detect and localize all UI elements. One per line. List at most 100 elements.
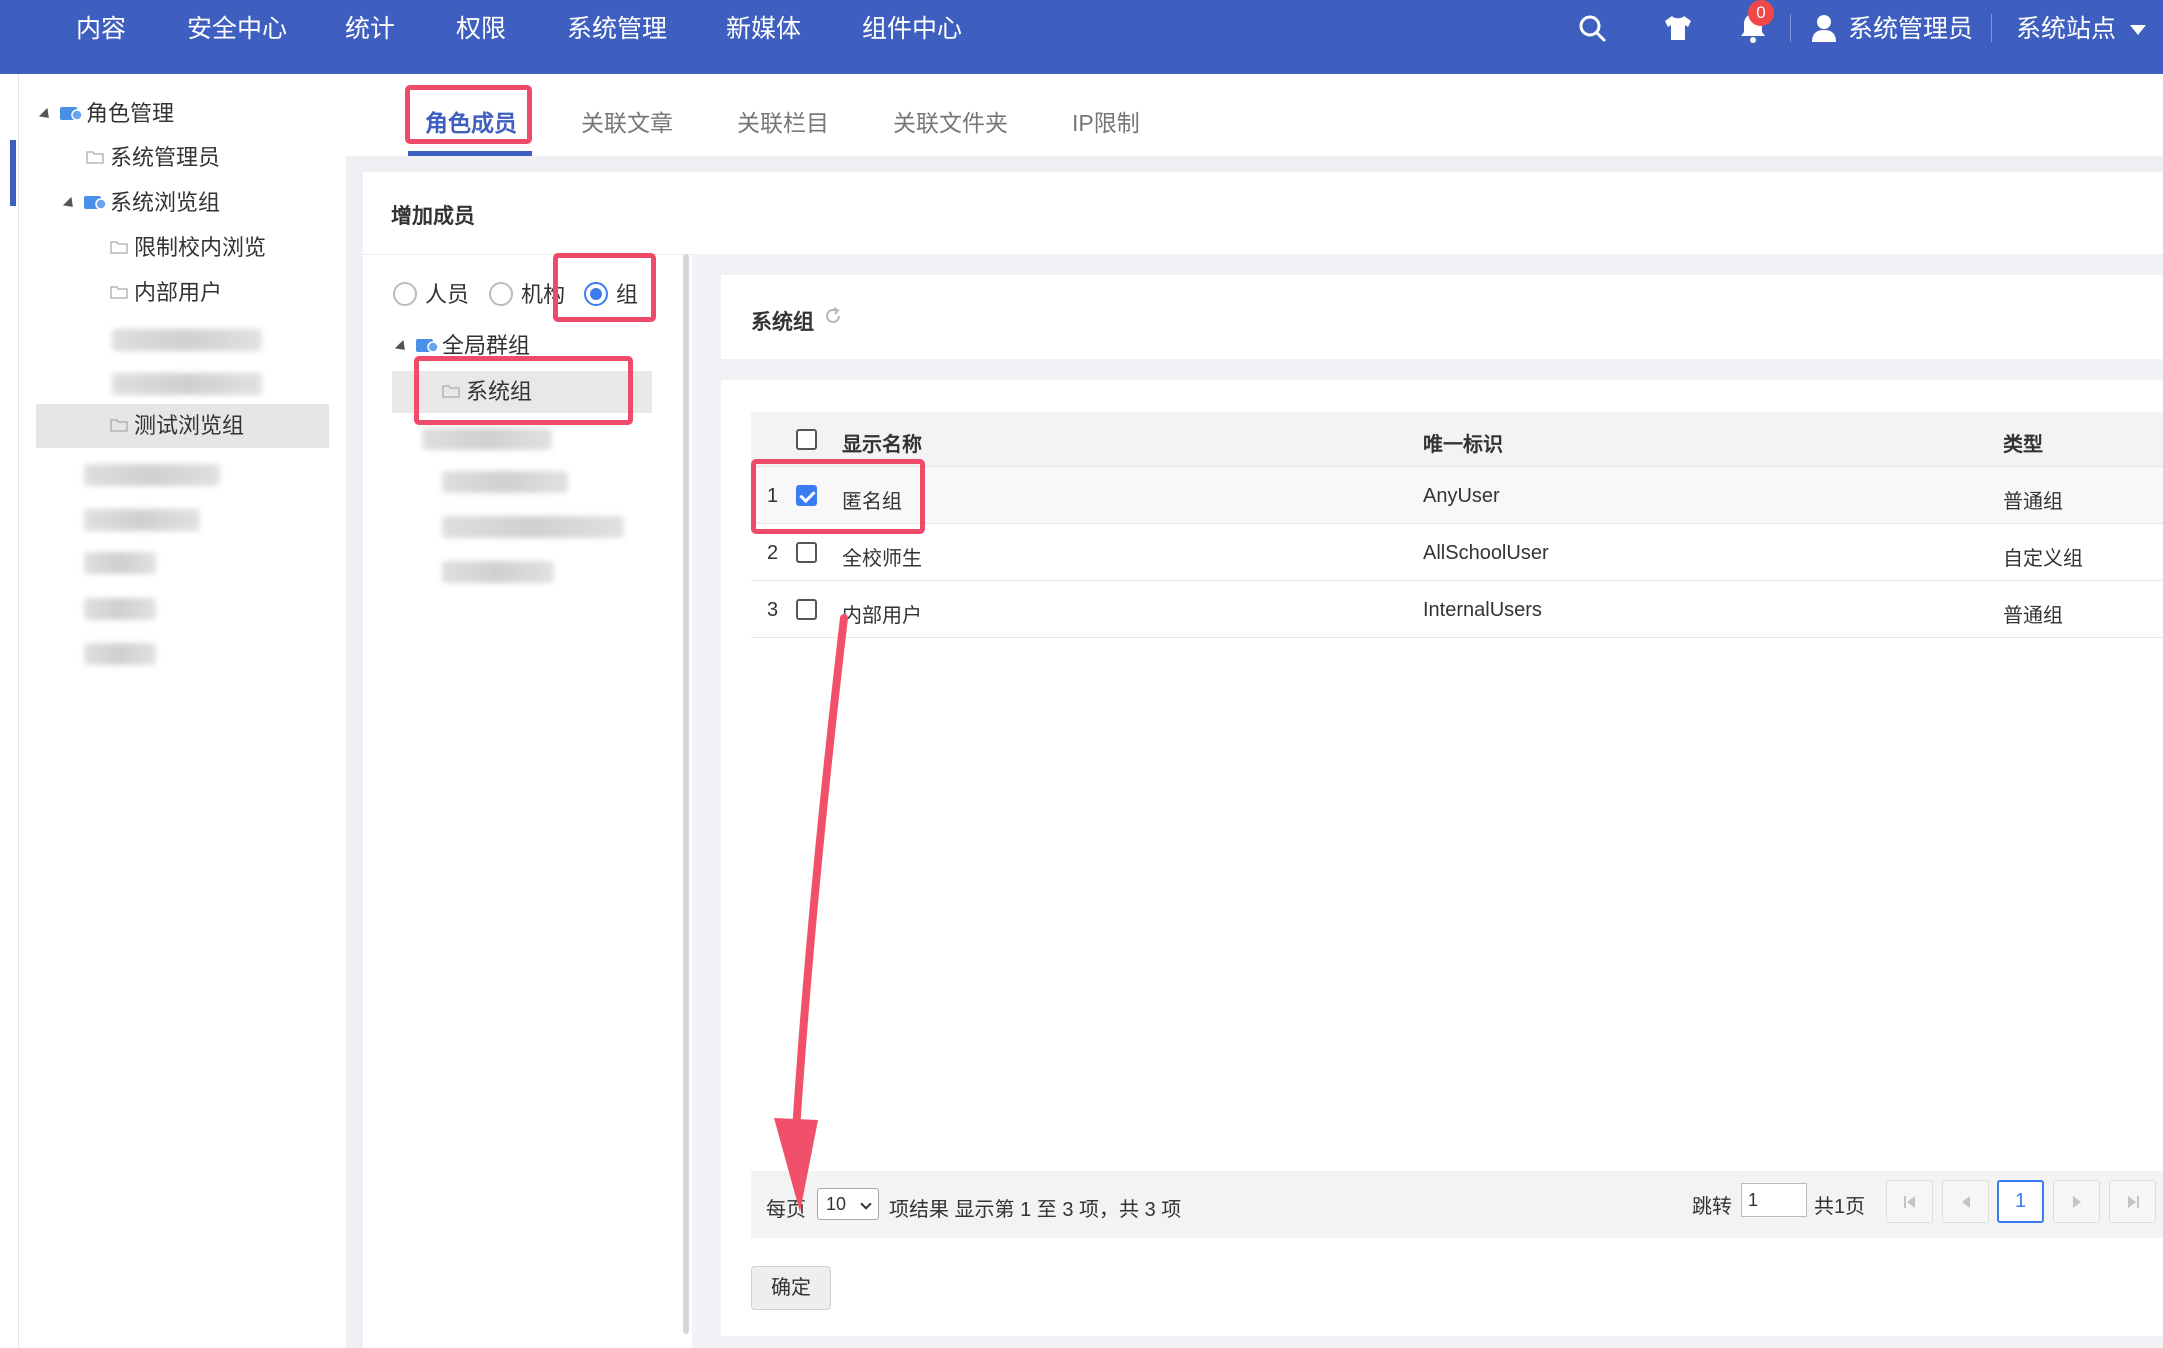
blurred-tree-node [442, 516, 624, 538]
nav-item-statistics[interactable]: 统计 [345, 0, 395, 74]
blurred-tree-node [84, 598, 156, 620]
sidebar-divider [18, 74, 19, 1348]
group-header-card [721, 275, 2163, 359]
selector-scrollbar[interactable] [683, 254, 689, 1334]
blurred-tree-node [84, 509, 200, 531]
row-type: 普通组 [2003, 491, 2063, 513]
nav-item-content[interactable]: 内容 [76, 0, 126, 74]
total-pages: 共1页 [1814, 1196, 1866, 1218]
group-folder-icon [60, 107, 82, 121]
group-folder-icon [416, 339, 438, 353]
nav-item-component-center[interactable]: 组件中心 [862, 0, 962, 74]
next-page-button[interactable] [2053, 1180, 2100, 1223]
tree-node-label: 内部用户 [134, 280, 223, 305]
site-selector-label: 系统站点 [2016, 15, 2117, 43]
expand-triangle-icon[interactable] [38, 108, 54, 123]
row-checkbox[interactable] [796, 485, 817, 506]
tree-node-restrict-campus[interactable]: 限制校内浏览 [110, 226, 266, 270]
tree-node-label: 系统管理员 [110, 145, 221, 170]
notification-count-badge: 0 [1748, 0, 1774, 26]
row-display-name: 全校师生 [842, 548, 922, 570]
page-size-select[interactable]: 10 [817, 1188, 879, 1220]
tab-related-articles[interactable]: 关联文章 [581, 104, 673, 138]
select-all-checkbox[interactable] [796, 429, 817, 450]
blurred-tree-node [84, 643, 156, 665]
blurred-tree-node [422, 428, 552, 450]
tree-node-global-groups[interactable]: 全局群组 [394, 324, 530, 368]
prev-page-button[interactable] [1942, 1180, 1989, 1223]
tree-node-label: 系统组 [466, 379, 533, 404]
site-selector[interactable]: 系统站点 [2016, 0, 2147, 74]
radio-button[interactable] [584, 282, 608, 307]
nav-separator [1991, 14, 1992, 42]
blurred-tree-node [112, 329, 262, 351]
tree-node-role-management[interactable]: 角色管理 [38, 92, 174, 136]
row-type: 普通组 [2003, 605, 2063, 627]
blurred-tree-node [84, 552, 156, 574]
row-index: 1 [767, 485, 779, 507]
radio-label: 组 [616, 282, 639, 307]
row-display-name: 内部用户 [842, 605, 922, 627]
prev-page-icon [1961, 1195, 1970, 1208]
tab-related-folders[interactable]: 关联文件夹 [893, 104, 1008, 138]
last-page-button[interactable] [2109, 1180, 2156, 1223]
page-size-value: 10 [826, 1194, 847, 1214]
radio-group[interactable]: 组 [584, 278, 638, 314]
shirt-icon[interactable] [1660, 10, 1696, 46]
row-checkbox[interactable] [796, 542, 817, 563]
expand-triangle-icon[interactable] [394, 340, 410, 355]
nav-item-permissions[interactable]: 权限 [456, 0, 506, 74]
folder-icon [110, 419, 128, 432]
row-index: 2 [767, 542, 779, 564]
folder-icon [442, 385, 460, 398]
confirm-button[interactable]: 确定 [751, 1266, 831, 1310]
column-header-name[interactable]: 显示名称 [842, 428, 922, 457]
blurred-tree-node [442, 561, 554, 583]
jump-page-input[interactable]: 1 [1741, 1183, 1807, 1217]
nav-item-security-center[interactable]: 安全中心 [187, 0, 287, 74]
first-page-icon [1903, 1195, 1915, 1208]
page-number-button[interactable]: 1 [1997, 1180, 2044, 1223]
column-header-type[interactable]: 类型 [2003, 428, 2043, 457]
radio-button[interactable] [489, 282, 513, 307]
panel-title: 增加成员 [391, 205, 475, 228]
last-page-icon [2127, 1195, 2139, 1208]
tab-ip-restriction[interactable]: IP限制 [1072, 104, 1140, 138]
column-header-id[interactable]: 唯一标识 [1423, 428, 1503, 457]
folder-icon [110, 241, 128, 254]
tree-node-test-browse-group[interactable]: 测试浏览组 [110, 404, 244, 448]
row-index: 3 [767, 599, 779, 621]
refresh-icon[interactable] [823, 306, 843, 332]
tree-node-label: 限制校内浏览 [134, 235, 267, 260]
radio-button[interactable] [393, 282, 417, 307]
sidebar-active-indicator [10, 140, 16, 206]
tab-role-members[interactable]: 角色成员 [425, 104, 517, 138]
group-folder-icon [84, 196, 106, 210]
tree-node-system-admin[interactable]: 系统管理员 [86, 136, 220, 180]
row-unique-id: InternalUsers [1423, 599, 1542, 621]
caret-down-icon [2130, 25, 2147, 36]
row-unique-id: AnyUser [1423, 485, 1500, 507]
tree-node-system-group[interactable]: 系统组 [442, 370, 532, 414]
tree-node-label: 测试浏览组 [134, 413, 245, 438]
top-navigation-bar: 内容 安全中心 统计 权限 系统管理 新媒体 组件中心 0 系统管理员 系统站点 [0, 0, 2163, 74]
user-icon[interactable] [1806, 10, 1842, 46]
nav-item-new-media[interactable]: 新媒体 [726, 0, 801, 74]
next-page-icon [2072, 1195, 2081, 1208]
tree-node-internal-users[interactable]: 内部用户 [110, 271, 222, 315]
radio-label: 机构 [521, 282, 566, 307]
row-checkbox[interactable] [796, 599, 817, 620]
first-page-button[interactable] [1886, 1180, 1933, 1223]
active-tab-indicator [408, 151, 532, 156]
result-summary: 项结果 显示第 1 至 3 项，共 3 项 [889, 1199, 1182, 1221]
row-display-name: 匿名组 [842, 491, 902, 513]
search-icon[interactable] [1574, 10, 1610, 46]
tree-node-system-browse-group[interactable]: 系统浏览组 [62, 181, 220, 225]
user-name-menu[interactable]: 系统管理员 [1848, 0, 1973, 74]
tab-related-columns[interactable]: 关联栏目 [737, 104, 829, 138]
expand-triangle-icon[interactable] [62, 197, 78, 212]
radio-person[interactable]: 人员 [393, 278, 469, 314]
nav-item-system-management[interactable]: 系统管理 [567, 0, 667, 74]
blurred-tree-node [442, 471, 568, 493]
radio-organization[interactable]: 机构 [489, 278, 565, 314]
